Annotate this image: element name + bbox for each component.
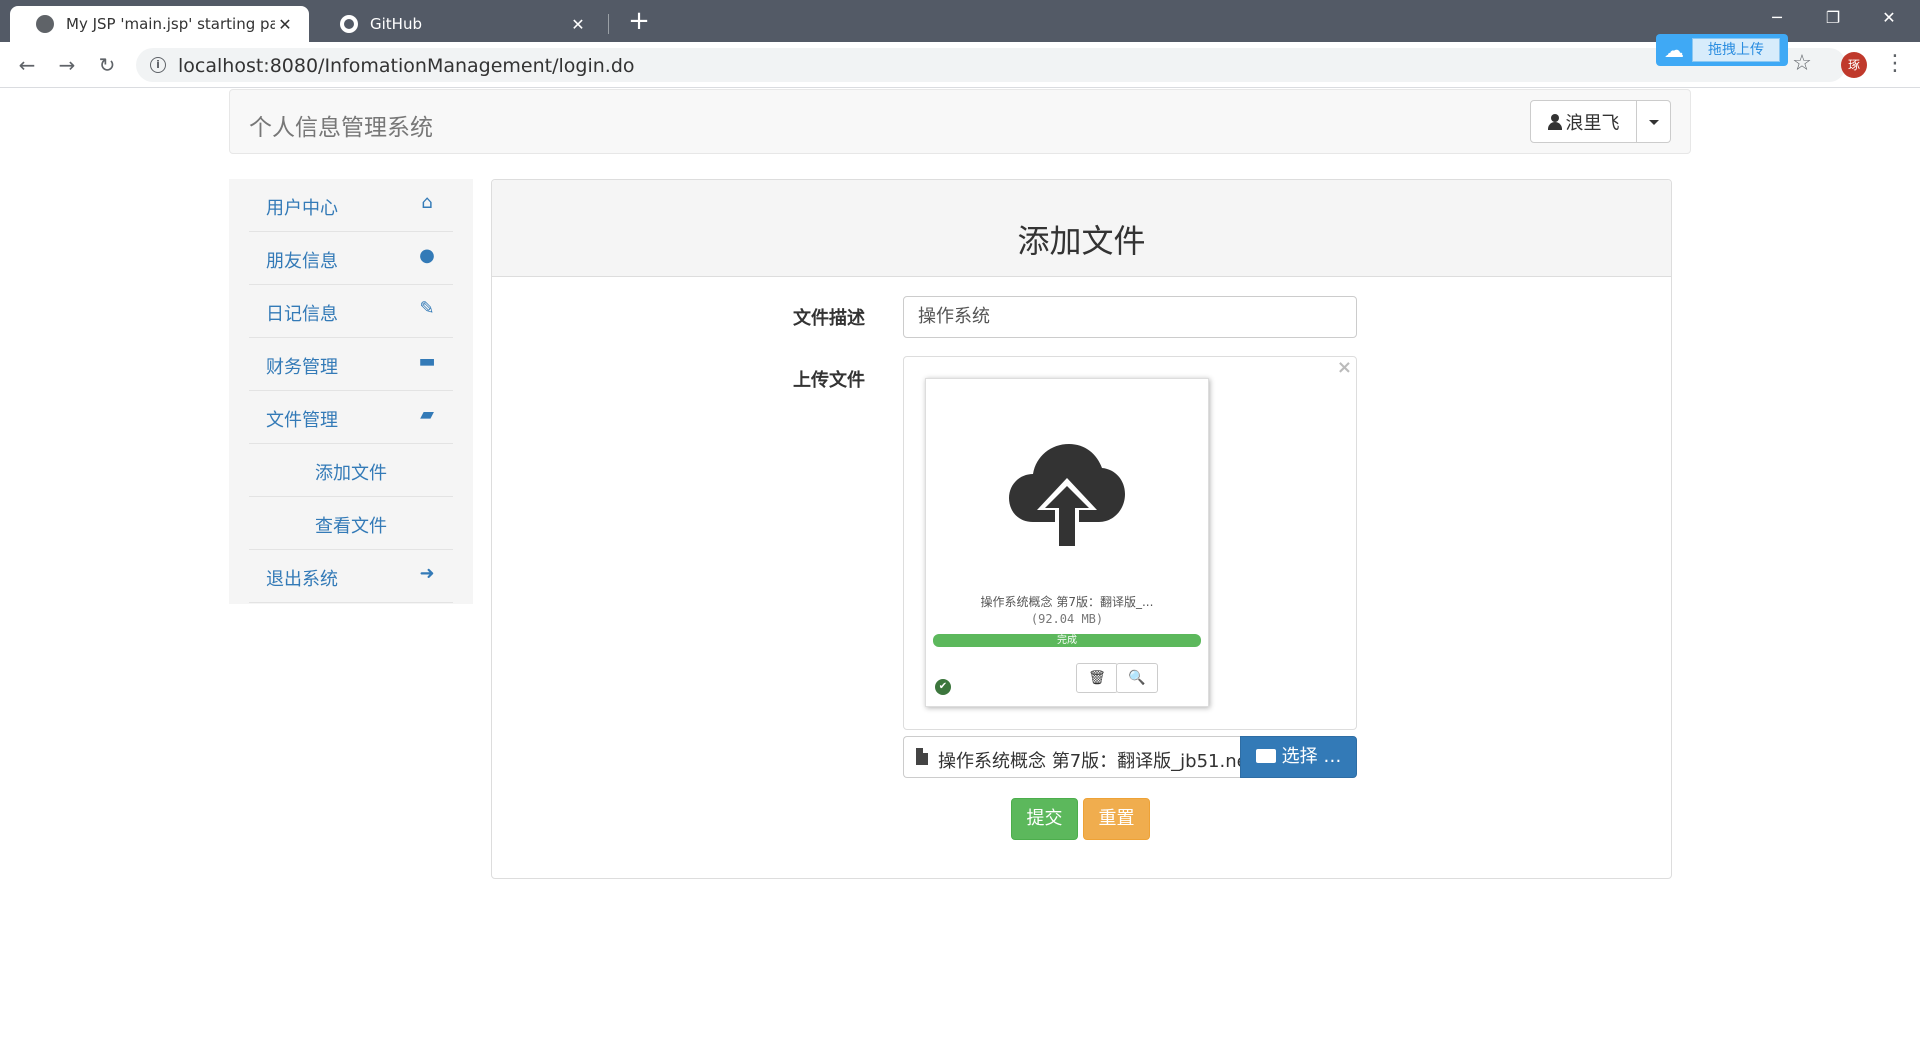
sidebar-subitem-label: 查看文件 (315, 516, 387, 537)
caption-text: 操作系统概念 第7版：翻译版_jb51.net (938, 751, 1240, 772)
app-brand[interactable]: 个人信息管理系统 (249, 108, 433, 142)
browse-button[interactable]: 选择 … (1240, 736, 1357, 778)
file-icon (916, 748, 928, 765)
cloud-upload-icon (1009, 444, 1125, 550)
credit-card-icon: ▬ (418, 351, 436, 372)
url-text: localhost:8080/InfomationManagement/logi… (178, 55, 635, 77)
new-tab-button[interactable]: + (624, 6, 654, 36)
desc-label: 文件描述 (793, 308, 865, 329)
tab-close-icon[interactable]: ✕ (275, 15, 295, 34)
browser-tabstrip: My JSP 'main.jsp' starting page ✕ GitHub… (0, 0, 1920, 42)
info-icon[interactable]: i (150, 57, 166, 73)
sidebar-item-label: 日记信息 (266, 304, 338, 325)
sidebar-item-label: 文件管理 (266, 410, 338, 431)
file-preview-card: 操作系统概念 第7版：翻译版_... (92.04 MB) 完成 ✔ 🗑 🔍 (925, 378, 1209, 707)
zoom-preview-button[interactable]: 🔍 (1116, 663, 1158, 693)
close-window-button[interactable]: ✕ (1861, 0, 1917, 36)
minimize-button[interactable]: ─ (1749, 0, 1805, 36)
sidebar-item-finance[interactable]: 财务管理 ▬ (249, 338, 453, 391)
tab-close-icon[interactable]: ✕ (568, 15, 588, 34)
maximize-button[interactable]: ❐ (1805, 0, 1861, 36)
preview-file-size: (92.04 MB) (1030, 612, 1104, 626)
upload-success-icon: ✔ (935, 679, 951, 695)
user-button[interactable]: 浪里飞 (1530, 100, 1637, 143)
panel-heading: 添加文件 (492, 180, 1671, 277)
drag-upload-extension[interactable]: ☁ 拖拽上传 (1656, 34, 1788, 66)
extension-label: 拖拽上传 (1692, 38, 1780, 62)
sidebar-subitem-label: 添加文件 (315, 463, 387, 484)
log-out-icon: ➜ (419, 563, 435, 584)
upload-progress-bar: 完成 (933, 634, 1201, 647)
edit-icon: ✎ (419, 298, 435, 319)
globe-icon (36, 15, 54, 33)
tab-separator (608, 14, 609, 34)
sidebar-item-diary[interactable]: 日记信息 ✎ (249, 285, 453, 338)
home-icon: ⌂ (421, 192, 433, 213)
sidebar-item-logout[interactable]: 退出系统 ➜ (249, 550, 453, 603)
panel-title: 添加文件 (1017, 222, 1146, 260)
user-dropdown-toggle[interactable] (1637, 100, 1671, 143)
browser-toolbar: ← → ↻ i localhost:8080/InfomationManagem… (0, 42, 1920, 88)
cloud-icon: ☁ (1664, 38, 1684, 62)
back-button[interactable]: ← (12, 50, 42, 80)
sidebar-item-label: 财务管理 (266, 357, 338, 378)
tab-title: My JSP 'main.jsp' starting page (66, 15, 275, 33)
reload-button[interactable]: ↻ (92, 50, 122, 80)
profile-avatar[interactable]: 琢 (1841, 52, 1867, 78)
sidebar-item-label: 朋友信息 (266, 251, 338, 272)
browser-menu-icon[interactable]: ⋮ (1884, 50, 1906, 78)
address-bar[interactable]: i localhost:8080/InfomationManagement/lo… (136, 48, 1846, 82)
sidebar-item-label: 用户中心 (266, 198, 338, 219)
github-icon (340, 15, 358, 33)
piggy-bank-icon: ● (419, 245, 435, 266)
sidebar-item-user-center[interactable]: 用户中心 ⌂ (249, 179, 453, 232)
preview-file-name: 操作系统概念 第7版：翻译版_... (980, 595, 1154, 609)
tab-github[interactable]: GitHub ✕ (314, 6, 602, 42)
bookmark-star-icon[interactable]: ☆ (1788, 50, 1816, 78)
tab-title: GitHub (370, 15, 422, 33)
reset-button[interactable]: 重置 (1083, 798, 1150, 840)
tab-main-jsp[interactable]: My JSP 'main.jsp' starting page ✕ (10, 6, 309, 42)
file-drop-zone[interactable]: × 操作系统概念 第7版：翻译版_... (92.04 MB) 完成 ✔ 🗑 🔍 (903, 356, 1357, 730)
sidebar: 用户中心 ⌂ 朋友信息 ● 日记信息 ✎ 财务管理 ▬ 文件管理 ▰ 添加文件 … (229, 179, 473, 604)
app-navbar: 个人信息管理系统 浪里飞 (229, 89, 1691, 154)
progress-label: 完成 (1057, 635, 1077, 646)
clear-preview-icon[interactable]: × (1337, 357, 1352, 378)
browse-label: 选择 … (1281, 746, 1342, 767)
sidebar-item-label: 退出系统 (266, 569, 338, 590)
sidebar-item-friends[interactable]: 朋友信息 ● (249, 232, 453, 285)
description-input[interactable]: 操作系统 (903, 296, 1357, 338)
folder-open-icon: ▰ (420, 404, 434, 425)
sidebar-item-files[interactable]: 文件管理 ▰ (249, 391, 453, 444)
folder-open-icon (1255, 749, 1276, 763)
file-caption-input[interactable]: 操作系统概念 第7版：翻译版_jb51.net (903, 736, 1240, 778)
sidebar-subitem-add-file[interactable]: 添加文件 (249, 444, 453, 497)
forward-button[interactable]: → (52, 50, 82, 80)
upload-label: 上传文件 (793, 370, 865, 391)
sidebar-subitem-view-files[interactable]: 查看文件 (249, 497, 453, 550)
user-icon (1547, 113, 1562, 130)
delete-file-button[interactable]: 🗑 (1076, 663, 1118, 693)
user-name: 浪里飞 (1565, 112, 1620, 134)
submit-button[interactable]: 提交 (1011, 798, 1078, 840)
user-menu: 浪里飞 (1530, 100, 1671, 143)
